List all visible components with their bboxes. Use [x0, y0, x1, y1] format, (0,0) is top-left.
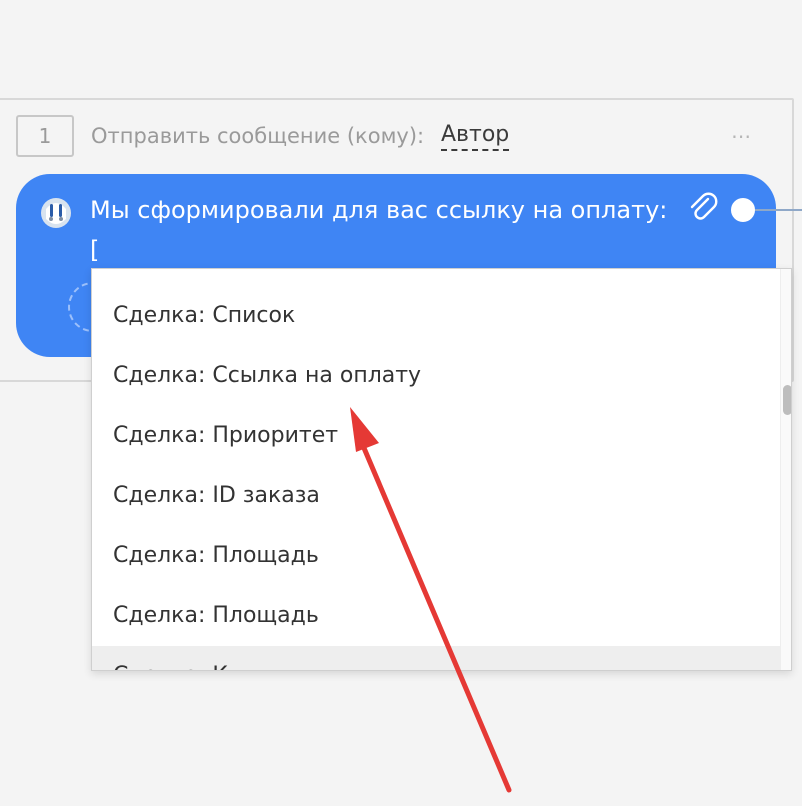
- dropdown-item[interactable]: Сделка: Приоритет: [92, 406, 781, 466]
- dropdown-scrollbar[interactable]: [780, 269, 791, 670]
- variable-dropdown[interactable]: Сделка: Список Сделка: Ссылка на оплату …: [91, 268, 792, 671]
- dropdown-item[interactable]: Сделка: Площадь: [92, 586, 781, 646]
- bot-avatar-icon: [41, 198, 71, 228]
- dropdown-item[interactable]: Сделка: Список: [92, 286, 781, 346]
- connector-line: [755, 209, 802, 211]
- step-action-label: Отправить сообщение (кому):: [91, 124, 425, 148]
- dropdown-item[interactable]: Сделка: Площадь: [92, 526, 781, 586]
- scrollbar-thumb[interactable]: [783, 385, 791, 415]
- message-cursor-text[interactable]: [: [90, 235, 99, 265]
- message-text[interactable]: Мы сформировали для вас ссылку на оплату…: [90, 195, 667, 225]
- connector-handle[interactable]: [731, 198, 755, 222]
- dropdown-item[interactable]: Сделка: ID заказа: [92, 466, 781, 526]
- recipient-select[interactable]: Автор: [441, 121, 510, 151]
- more-options-icon[interactable]: ⋯: [731, 126, 753, 146]
- paperclip-icon[interactable]: [686, 191, 718, 223]
- step-number: 1: [16, 115, 74, 157]
- dropdown-item[interactable]: Сделка: К...: [92, 646, 781, 670]
- dropdown-item[interactable]: Сделка: Ссылка на оплату: [92, 346, 781, 406]
